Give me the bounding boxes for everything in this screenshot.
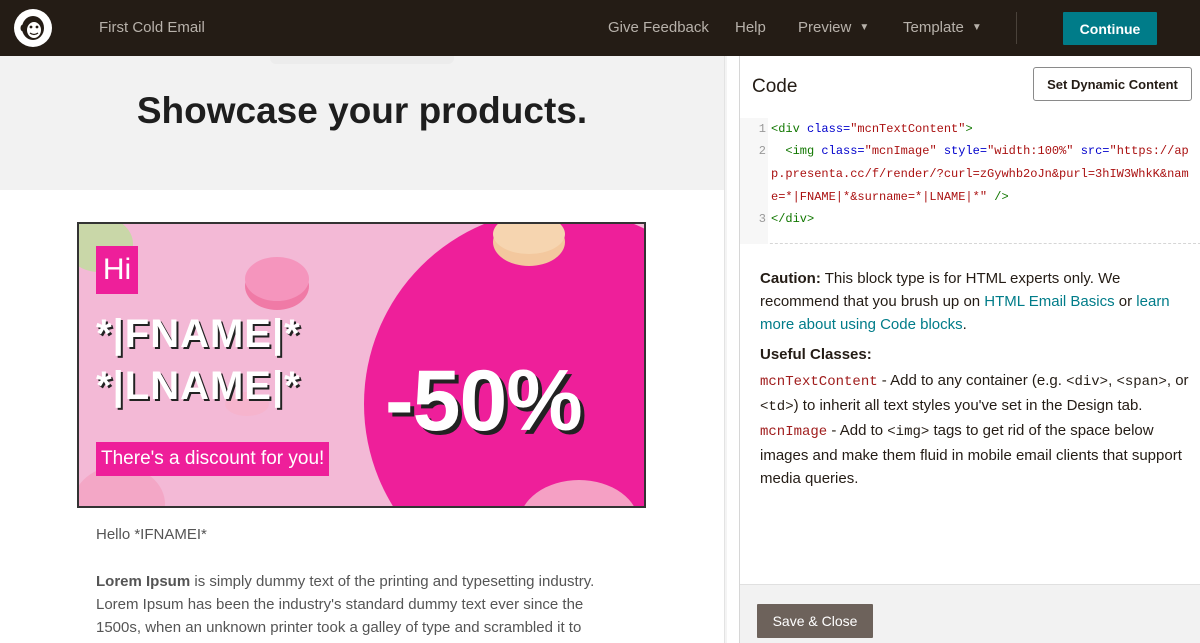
mailchimp-logo-icon[interactable] <box>14 9 52 47</box>
discount-label: There's a discount for you! <box>96 442 330 476</box>
caution-text: Caution: This block type is for HTML exp… <box>760 267 1190 336</box>
code-line-2-wrap[interactable]: e=*|FNAME|*&surname=*|LNAME|*" /> <box>771 190 1009 204</box>
discount-percent: -50% <box>385 353 583 449</box>
code-token: </div> <box>771 212 815 226</box>
nav-help[interactable]: Help <box>735 19 766 36</box>
nav-help-label: Help <box>735 19 766 36</box>
code-token: "mcnImage" <box>864 144 944 158</box>
line-number: 2 <box>758 144 766 158</box>
code-snippet: <img> <box>887 424 930 440</box>
nav-template-label: Template <box>903 19 964 36</box>
preview-scrollbar[interactable] <box>724 56 727 643</box>
lname-merge-tag: *|LNAME|* <box>96 364 301 408</box>
nav-give-feedback[interactable]: Give Feedback <box>608 19 709 36</box>
promo-banner-image[interactable]: Hi *|FNAME|* *|LNAME|* There's a discoun… <box>77 222 646 508</box>
code-token: /> <box>987 190 1009 204</box>
code-token: "mcnTextContent" <box>850 122 966 136</box>
code-line-2-wrap[interactable]: p.presenta.cc/f/render/?curl=zGywhb2oJn&… <box>771 167 1189 181</box>
code-line-3[interactable]: </div> <box>771 212 814 226</box>
email-preview: Showcase your products. Hi *|FNAME|* *|L… <box>0 56 727 643</box>
class-desc: - Add to any container (e.g. <box>877 372 1067 389</box>
nav-give-feedback-label: Give Feedback <box>608 19 709 36</box>
caution-end: . <box>962 316 967 333</box>
code-token: p.presenta.cc/f/render/?curl=zGywhb2oJn&… <box>771 167 1189 181</box>
top-bar: First Cold Email Give Feedback Help Prev… <box>0 0 1200 56</box>
useful-classes-heading: Useful Classes: <box>760 346 872 363</box>
code-token: class= <box>807 122 851 136</box>
class-name: mcnTextContent <box>760 374 878 390</box>
nav-preview-dropdown[interactable]: Preview ▼ <box>798 19 869 36</box>
code-token: style= <box>943 144 988 158</box>
paragraph-bold: Lorem Ipsum <box>96 573 191 590</box>
save-and-close-button[interactable]: Save & Close <box>757 604 873 638</box>
class-desc: - Add to <box>827 422 888 439</box>
greeting-text: Hello *IFNAMEI* <box>96 526 207 543</box>
set-dynamic-content-button[interactable]: Set Dynamic Content <box>1033 67 1192 101</box>
divider <box>1016 12 1017 44</box>
line-number: 3 <box>758 212 766 226</box>
class-desc: , or <box>1166 372 1189 389</box>
code-token: "https://ap <box>1109 144 1189 158</box>
code-token: <div <box>771 122 808 136</box>
code-panel: Code Set Dynamic Content 1 2 3 <div clas… <box>739 56 1200 643</box>
code-token: class= <box>821 144 865 158</box>
chevron-down-icon: ▼ <box>971 22 982 33</box>
caution-or: or <box>1114 293 1137 310</box>
fname-merge-tag: *|FNAME|* <box>96 312 301 356</box>
code-token: e=*|FNAME|*&surname=*|LNAME|*" <box>771 190 988 204</box>
code-line-2[interactable]: <img class="mcnImage" style="width:100%"… <box>771 144 1189 158</box>
nav-preview-label: Preview <box>798 19 852 36</box>
code-snippet: <div> <box>1066 374 1109 390</box>
code-token: "width:100%" <box>987 144 1081 158</box>
useful-classes-list: mcnTextContent - Add to any container (e… <box>760 369 1190 490</box>
class-desc: ) to inherit all text styles you've set … <box>793 397 1143 414</box>
nav-template-dropdown[interactable]: Template ▼ <box>903 19 982 36</box>
code-snippet: <td> <box>760 399 794 415</box>
caution-label: Caution: <box>760 270 821 287</box>
panel-title: Code <box>752 76 798 97</box>
campaign-title[interactable]: First Cold Email <box>99 19 205 36</box>
code-editor[interactable]: 1 2 3 <div class="mcnTextContent"> <img … <box>740 118 1200 244</box>
block-tab <box>270 56 454 64</box>
hi-badge: Hi <box>96 246 138 294</box>
code-token: src= <box>1080 144 1110 158</box>
code-snippet: <span> <box>1116 374 1167 390</box>
hero-section[interactable]: Showcase your products. <box>0 56 724 190</box>
panel-footer: Save & Close <box>740 584 1200 643</box>
continue-button[interactable]: Continue <box>1063 12 1157 45</box>
freddie-icon <box>20 16 44 40</box>
hero-title: Showcase your products. <box>136 90 588 131</box>
html-email-basics-link[interactable]: HTML Email Basics <box>984 293 1114 310</box>
class-name: mcnImage <box>760 424 828 440</box>
code-token: > <box>965 122 973 136</box>
code-line-1[interactable]: <div class="mcnTextContent"> <box>771 122 973 136</box>
line-number: 1 <box>758 122 766 136</box>
code-token: <img <box>771 144 822 158</box>
body-paragraph: Lorem Ipsum is simply dummy text of the … <box>96 570 616 643</box>
chevron-down-icon: ▼ <box>859 22 870 33</box>
